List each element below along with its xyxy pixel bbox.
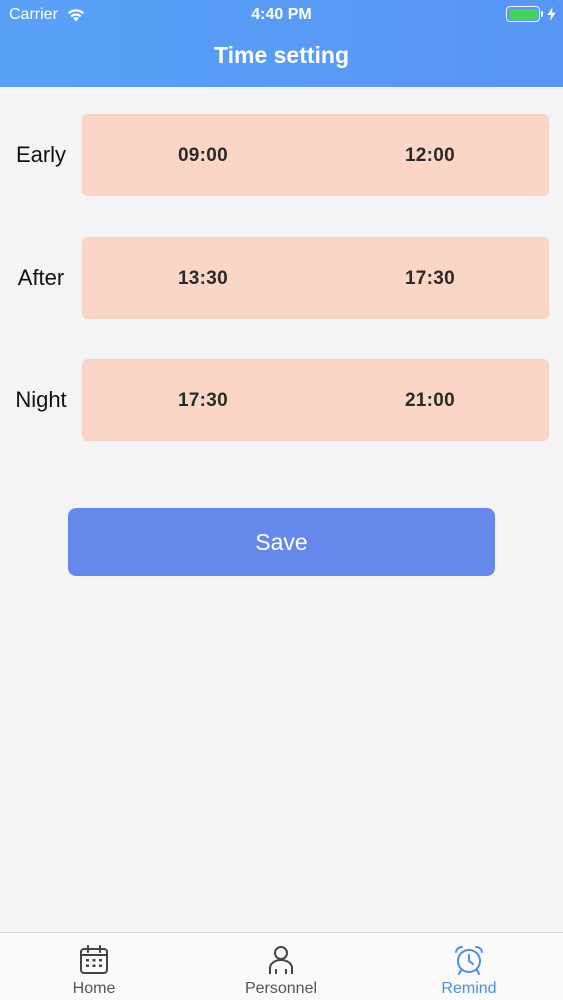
save-button[interactable]: Save [68,508,495,576]
shift-label: Night [15,387,67,412]
tab-personnel[interactable]: Personnel [187,933,375,1000]
shift-row-early: Early 09:00 12:00 [0,114,563,196]
tab-label: Personnel [244,980,318,997]
shift-time-box: 17:30 21:00 [82,359,549,441]
shift-row-after: After 13:30 17:30 [0,237,563,319]
calendar-icon [80,945,108,974]
tab-label: Remind [441,980,497,997]
tab-label: Home [72,980,116,997]
shift-label: Early [15,142,67,167]
end-time[interactable]: 12:00 [370,115,490,197]
alarm-clock-icon [455,945,483,975]
charging-bolt-icon [547,7,556,21]
battery-level [508,8,538,20]
tab-bar: Home Personnel Remind [0,932,563,1000]
end-time[interactable]: 21:00 [370,360,490,442]
header: Carrier 4:40 PM Time setting [0,0,563,87]
battery [506,6,556,22]
person-icon [269,946,293,974]
time-setting-screen: Carrier 4:40 PM Time setting Early 09:00… [0,0,563,1000]
shift-time-box: 09:00 12:00 [82,114,549,196]
end-time[interactable]: 17:30 [370,238,490,320]
shift-time-box: 13:30 17:30 [82,237,549,319]
page-title: Time setting [213,42,350,68]
battery-icon [506,6,543,22]
status-time: 4:40 PM [251,6,312,23]
start-time[interactable]: 13:30 [143,238,263,320]
shift-label: After [17,265,65,290]
tab-remind[interactable]: Remind [375,933,563,1000]
start-time[interactable]: 09:00 [143,115,263,197]
tab-home[interactable]: Home [0,933,188,1000]
shift-row-night: Night 17:30 21:00 [0,359,563,441]
status-bar: Carrier 4:40 PM [0,0,563,28]
start-time[interactable]: 17:30 [143,360,263,442]
